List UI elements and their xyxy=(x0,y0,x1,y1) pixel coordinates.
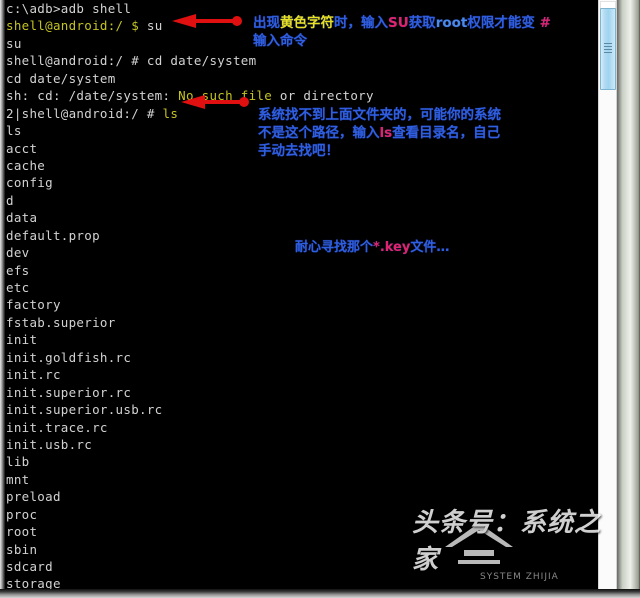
terminal-line: init xyxy=(6,331,586,348)
terminal-text-run: ls xyxy=(162,105,179,121)
terminal-text-run: root xyxy=(6,524,38,540)
annotation-run: SU xyxy=(388,15,409,31)
terminal-line: preload xyxy=(6,488,586,505)
terminal-text-run: init.superior.usb.rc xyxy=(6,402,163,418)
terminal-line: root xyxy=(6,523,586,540)
terminal-text-run: or directory xyxy=(272,88,374,104)
annotation-run: ls xyxy=(379,125,393,141)
scrollbar-thumb-grip-icon xyxy=(604,43,612,53)
terminal-text-run: init.superior.rc xyxy=(6,384,132,400)
terminal-text-run: factory xyxy=(6,297,61,313)
terminal-text-run: cd date/system xyxy=(6,70,116,86)
annotation-run: 时，输入 xyxy=(334,15,388,31)
terminal-line: init.superior.usb.rc xyxy=(6,401,586,418)
terminal-text-run: mnt xyxy=(6,471,30,487)
terminal-text-run: su xyxy=(6,35,22,51)
terminal-line: cache xyxy=(6,157,586,174)
terminal-output[interactable]: c:\adb>adb shell shell@android:/ $ su su sh… xyxy=(6,0,586,598)
annotation-run: root xyxy=(435,15,468,31)
console-window: c:\adb>adb shell shell@android:/ $ su su sh… xyxy=(0,0,640,598)
annotation-keyfile-note: 耐心寻找那个*.key文件… xyxy=(295,236,449,255)
annotation-ls-note-line3: 手动去找吧！ xyxy=(258,139,339,159)
terminal-line: sbin xyxy=(6,541,586,558)
window-left-border xyxy=(0,0,5,590)
terminal-text-run: sbin xyxy=(6,541,38,557)
red-arrow-icon-su xyxy=(172,14,242,28)
terminal-text-run: init xyxy=(6,332,38,348)
terminal-line: sdcard xyxy=(6,558,586,575)
annotation-ls-note-line2: 不是这个路径，输入ls查看目录名，自己 xyxy=(258,121,500,141)
terminal-line: init.goldfish.rc xyxy=(6,349,586,366)
terminal-text-run: shell@android:/ $ xyxy=(6,18,147,34)
terminal-text-run: cd date/system xyxy=(146,53,257,69)
terminal-text-run: sdcard xyxy=(6,559,53,574)
terminal-text-run: init.rc xyxy=(6,367,61,383)
terminal-text-run: acct xyxy=(6,140,38,156)
terminal-text-run: etc xyxy=(6,280,30,295)
terminal-text-run: d xyxy=(6,192,14,208)
scrollbar-thumb[interactable] xyxy=(600,8,616,90)
terminal-text-run: c:\adb>adb shell xyxy=(6,1,132,16)
terminal-text-run: preload xyxy=(6,489,61,505)
terminal-text-run: ls xyxy=(6,123,22,139)
window-bottom-border xyxy=(0,589,640,598)
annotation-run: 耐心寻找那个 xyxy=(295,240,374,255)
terminal-line: data xyxy=(6,209,586,226)
annotation-ls-note-line1: 系统找不到上面文件夹的，可能你的系统 xyxy=(258,103,501,123)
terminal-text-run: fstab.superior xyxy=(6,314,116,330)
terminal-line: shell@android:/ # cd date/system xyxy=(6,52,586,69)
terminal-text-run: 2|shell@android:/ # xyxy=(6,105,163,121)
terminal-text-run: sh: cd: /date/system: xyxy=(6,88,179,104)
terminal-text-run: init.usb.rc xyxy=(6,436,93,452)
terminal-text-run: dev xyxy=(6,245,30,261)
annotation-run: # xyxy=(539,15,551,31)
terminal-text-run: shell@android:/ # xyxy=(6,53,147,69)
terminal-line: init.superior.rc xyxy=(6,384,586,401)
annotation-run: 查看目录名，自己 xyxy=(392,125,501,141)
terminal-line: sh: cd: /date/system: No such file or di… xyxy=(6,87,586,104)
annotation-run: *.key xyxy=(373,240,411,255)
terminal-line: lib xyxy=(6,453,586,470)
annotation-run: 文件… xyxy=(410,240,450,255)
terminal-line: efs xyxy=(6,262,586,279)
terminal-line: config xyxy=(6,174,586,191)
terminal-line: factory xyxy=(6,296,586,313)
red-arrow-icon-ls xyxy=(181,95,249,109)
terminal-line: d xyxy=(6,192,586,209)
terminal-line: init.trace.rc xyxy=(6,419,586,436)
annotation-run: 输入命令 xyxy=(253,33,307,49)
terminal-text-run: default.prop xyxy=(6,227,100,243)
terminal-text-run: init.goldfish.rc xyxy=(6,349,132,365)
terminal-line: init.rc xyxy=(6,366,586,383)
arrow-head xyxy=(181,95,205,109)
annotation-su-note-line2: 输入命令 xyxy=(253,29,307,49)
annotation-run: 手动去找吧！ xyxy=(258,143,339,159)
terminal-line: cd date/system xyxy=(6,70,586,87)
annotation-su-note-line1: 出现黄色字符时，输入SU获取root权限才能变 # xyxy=(253,11,551,31)
terminal-text-run: data xyxy=(6,210,38,226)
terminal-text-run: proc xyxy=(6,506,38,522)
terminal-line: fstab.superior xyxy=(6,314,586,331)
terminal-text-run: efs xyxy=(6,262,30,278)
arrow-tail-dot xyxy=(232,16,242,26)
terminal-line: mnt xyxy=(6,471,586,488)
terminal-text-run: lib xyxy=(6,454,30,470)
vertical-scrollbar[interactable] xyxy=(598,0,617,590)
terminal-text-run: su xyxy=(146,18,163,34)
terminal-text-run: cache xyxy=(6,157,46,173)
terminal-line: etc xyxy=(6,279,586,296)
arrow-head xyxy=(172,14,196,28)
terminal-text-run: config xyxy=(6,175,53,191)
terminal-line: init.usb.rc xyxy=(6,436,586,453)
terminal-text-run: init.trace.rc xyxy=(6,419,108,435)
terminal-line: proc xyxy=(6,506,586,523)
arrow-tail-dot xyxy=(239,97,249,107)
annotation-run: 获取 xyxy=(408,15,436,31)
annotation-run: 权限才能变 xyxy=(467,15,540,31)
